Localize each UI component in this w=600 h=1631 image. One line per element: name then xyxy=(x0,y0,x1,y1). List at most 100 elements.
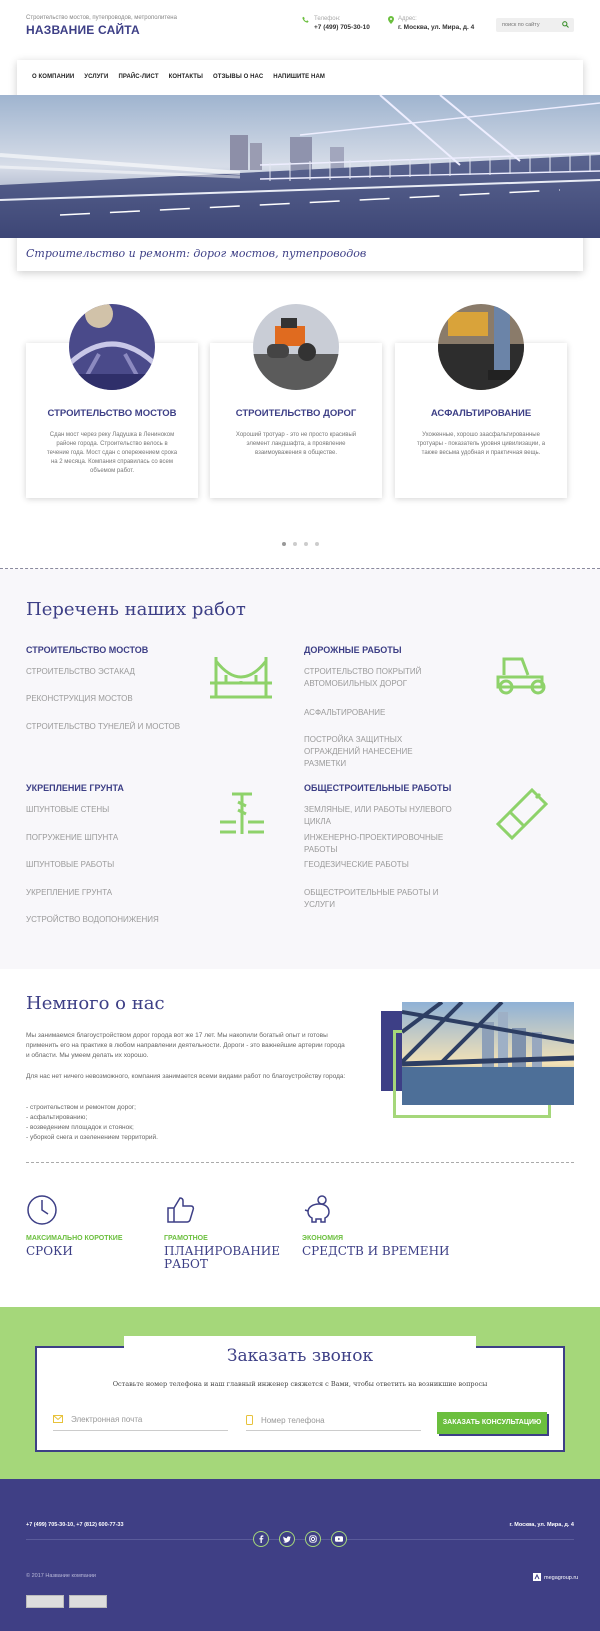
instagram-icon[interactable] xyxy=(305,1531,321,1547)
location-icon xyxy=(388,16,394,26)
carousel-dot[interactable] xyxy=(304,542,308,546)
mobile-icon xyxy=(246,1415,253,1427)
section-divider xyxy=(0,568,600,569)
developer-link[interactable]: megagroup.ru xyxy=(533,1573,578,1583)
about-photo xyxy=(402,1002,574,1105)
carousel-dot[interactable] xyxy=(293,542,297,546)
main-nav: О КОМПАНИИ УСЛУГИ ПРАЙС-ЛИСТ КОНТАКТЫ ОТ… xyxy=(32,74,325,80)
about-title: Немного о нас xyxy=(26,993,165,1014)
nav-item-about[interactable]: О КОМПАНИИ xyxy=(32,74,74,80)
youtube-icon[interactable] xyxy=(331,1531,347,1547)
service-text: Сдан мост через реку Ладушка в Лениноком… xyxy=(46,432,178,474)
service-text: Хороший тротуар - это не просто красивый… xyxy=(235,432,357,456)
footer-address: г. Москва, ул. Мира, д. 4 xyxy=(509,1522,574,1528)
works-item[interactable]: ПОГРУЖЕНИЕ ШПУНТА xyxy=(26,832,161,844)
phone-label: Телефон: xyxy=(314,16,341,22)
mail-icon xyxy=(53,1415,63,1425)
twitter-icon[interactable] xyxy=(279,1531,295,1547)
footer-copyright: © 2017 Название компании xyxy=(26,1573,96,1579)
about-list-item: - асфальтированию; xyxy=(26,1114,88,1121)
works-item[interactable]: ГЕОДЕЗИЧЕСКИЕ РАБОТЫ xyxy=(304,859,439,871)
works-item[interactable]: УСТРОЙСТВО ВОДОПОНИЖЕНИЯ xyxy=(26,914,161,926)
feature-label: МАКСИМАЛЬНО КОРОТКИЕ xyxy=(26,1235,123,1242)
site-title[interactable]: НАЗВАНИЕ САЙТА xyxy=(26,23,140,37)
phone-field[interactable]: Номер телефона xyxy=(246,1415,421,1431)
road-roller-photo xyxy=(253,304,339,390)
about-list-item: - строительством и ремонтом дорог; xyxy=(26,1104,136,1111)
asphalt-photo xyxy=(438,304,524,390)
site-tagline: Строительство мостов, путепроводов, метр… xyxy=(26,15,177,21)
phone-number[interactable]: +7 (499) 705-30-10 xyxy=(314,24,370,31)
works-item[interactable]: ПОСТРОЙКА ЗАЩИТНЫХ ОГРАЖДЕНИЙ НАНЕСЕНИЕ … xyxy=(304,734,439,770)
works-group-heading: СТРОИТЕЛЬСТВО МОСТОВ xyxy=(26,645,149,655)
carousel-dot[interactable] xyxy=(315,542,319,546)
email-placeholder: Электронная почта xyxy=(70,1415,143,1424)
about-list-item: - уборкой снега и озеленением территорий… xyxy=(26,1134,158,1141)
works-item[interactable]: СТРОИТЕЛЬСТВО ПОКРЫТИЙ АВТОМОБИЛЬНЫХ ДОР… xyxy=(304,666,439,690)
search-icon[interactable] xyxy=(562,21,569,30)
facebook-icon[interactable] xyxy=(253,1531,269,1547)
service-title: АСФАЛЬТИРОВАНИЕ xyxy=(430,408,532,419)
thumbs-up-icon xyxy=(164,1194,196,1228)
feature-label: ЭКОНОМИЯ xyxy=(302,1235,344,1242)
works-section xyxy=(0,569,600,969)
hero-caption: Строительство и ремонт: дорог мостов, пу… xyxy=(26,247,367,260)
nav-item-services[interactable]: УСЛУГИ xyxy=(84,74,108,80)
service-text: Ухоженные, хорошо заасфальтированные тро… xyxy=(416,432,546,456)
works-item[interactable]: СТРОИТЕЛЬСТВО ТУНЕЛЕЙ И МОСТОВ xyxy=(26,721,186,733)
works-group-heading: ОБЩЕСТРОИТЕЛЬНЫЕ РАБОТЫ xyxy=(304,783,452,793)
service-title: СТРОИТЕЛЬСТВО МОСТОВ xyxy=(47,408,177,419)
bridge-photo xyxy=(69,304,155,390)
nav-item-contacts[interactable]: КОНТАКТЫ xyxy=(169,74,203,80)
order-consultation-button[interactable]: ЗАКАЗАТЬ КОНСУЛЬТАЦИЮ xyxy=(437,1412,547,1434)
callback-subtitle: Оставьте номер телефона и наш главный ин… xyxy=(112,1380,488,1388)
carousel-dot[interactable] xyxy=(282,542,286,546)
drill-icon xyxy=(495,787,549,844)
works-group-heading: УКРЕПЛЕНИЕ ГРУНТА xyxy=(26,783,124,793)
feature-title: ПЛАНИРОВАНИЕ РАБОТ xyxy=(164,1244,281,1271)
feature-title: СРОКИ xyxy=(26,1244,73,1258)
works-item[interactable]: ОБЩЕСТРОИТЕЛЬНЫЕ РАБОТЫ И УСЛУГИ xyxy=(304,887,464,911)
callback-title: Заказать звонок xyxy=(226,1346,374,1366)
email-field[interactable]: Электронная почта xyxy=(53,1415,228,1431)
hero-image xyxy=(0,95,600,238)
counter-badge[interactable] xyxy=(26,1595,64,1608)
works-item[interactable]: АСФАЛЬТИРОВАНИЕ xyxy=(304,707,439,719)
address-text: г. Москва, ул. Мира, д. 4 xyxy=(398,24,475,31)
search-input[interactable] xyxy=(496,18,556,32)
works-title: Перечень наших работ xyxy=(26,599,246,620)
search-box xyxy=(496,18,574,32)
works-item[interactable]: ШПУНТОВЫЕ РАБОТЫ xyxy=(26,859,161,871)
works-item[interactable]: ИНЖЕНЕРНО-ПРОЕКТИРОВОЧНЫЕ РАБОТЫ xyxy=(304,832,464,856)
nav-item-reviews[interactable]: ОТЗЫВЫ О НАС xyxy=(213,74,263,80)
about-text: Для нас нет ничего невозможного, компани… xyxy=(26,1073,346,1080)
nav-item-pricelist[interactable]: ПРАЙС-ЛИСТ xyxy=(118,74,158,80)
about-list-item: - возведением площадок и стоянок; xyxy=(26,1124,134,1131)
developer-logo-icon xyxy=(533,1573,541,1583)
about-text: Мы занимаемся благоустройством дорог гор… xyxy=(26,1032,345,1059)
road-roller-icon xyxy=(494,655,548,697)
phone-icon xyxy=(302,16,309,25)
works-item[interactable]: ШПУНТОВЫЕ СТЕНЫ xyxy=(26,804,161,816)
feature-label: ГРАМОТНОЕ xyxy=(164,1235,208,1242)
works-item[interactable]: УКРЕПЛЕНИЕ ГРУНТА xyxy=(26,887,161,899)
social-links xyxy=(253,1531,347,1547)
developer-name: megagroup.ru xyxy=(544,1575,579,1581)
works-item[interactable]: РЕКОНСТРУКЦИЯ МОСТОВ xyxy=(26,693,161,705)
footer xyxy=(0,1479,600,1631)
feature-title: СРЕДСТВ И ВРЕМЕНИ xyxy=(302,1244,450,1258)
footer-phones[interactable]: +7 (499) 705-30-10, +7 (812) 600-77-33 xyxy=(26,1522,124,1528)
works-item[interactable]: ЗЕМЛЯНЫЕ, ИЛИ РАБОТЫ НУЛЕВОГО ЦИКЛА xyxy=(304,804,464,828)
service-title: СТРОИТЕЛЬСТВО ДОРОГ xyxy=(235,408,357,419)
phone-placeholder: Номер телефона xyxy=(260,1415,325,1425)
carousel-pagination xyxy=(282,542,319,546)
pile-icon xyxy=(218,792,266,838)
clock-icon xyxy=(26,1194,58,1228)
nav-item-write-us[interactable]: НАПИШИТЕ НАМ xyxy=(273,74,325,80)
piggy-bank-icon xyxy=(302,1194,334,1228)
works-item[interactable]: СТРОИТЕЛЬСТВО ЭСТАКАД xyxy=(26,666,161,678)
section-divider xyxy=(26,1162,574,1163)
counter-badge[interactable] xyxy=(69,1595,107,1608)
works-group-heading: ДОРОЖНЫЕ РАБОТЫ xyxy=(304,645,402,655)
address-label: Адрес: xyxy=(398,16,417,22)
